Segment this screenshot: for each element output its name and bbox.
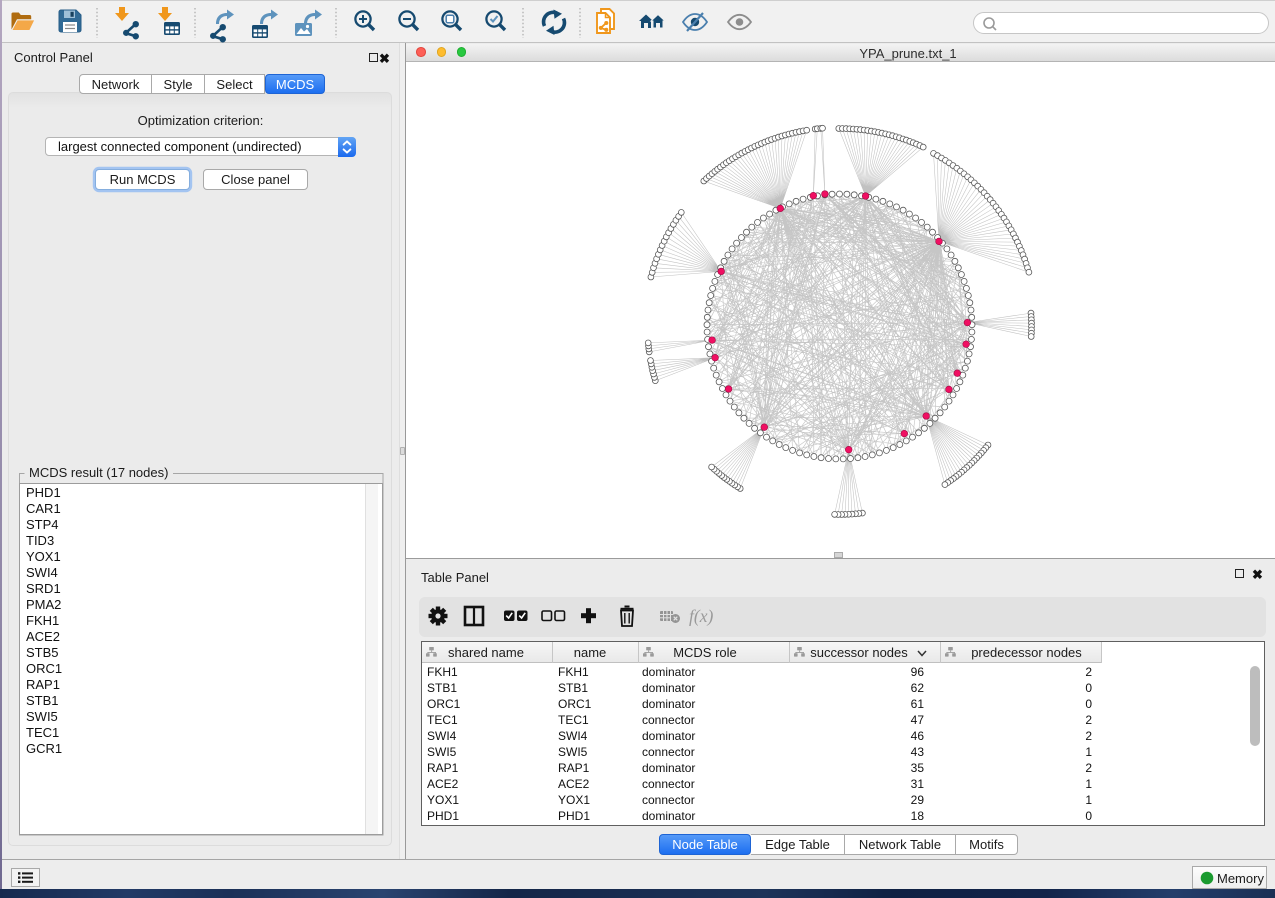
svg-text:f(x): f(x)	[689, 606, 713, 626]
